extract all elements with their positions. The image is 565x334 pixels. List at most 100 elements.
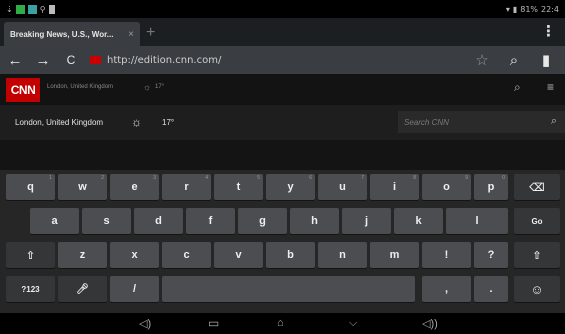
key-v[interactable]: v xyxy=(214,242,263,268)
volume-up-icon[interactable]: ◁)) xyxy=(422,317,438,330)
go-key[interactable]: Go xyxy=(514,208,560,234)
web-page: CNN London, United Kingdom ☼ 17° ⌕ ≡ Lon… xyxy=(0,74,565,170)
key-question[interactable]: ? xyxy=(474,242,508,268)
key-r[interactable]: r4 xyxy=(162,174,211,200)
microphone-icon: 🎤︎ xyxy=(76,283,89,295)
hide-keyboard-icon[interactable]: ⌵ xyxy=(349,317,357,330)
search-icon[interactable]: ⌕ xyxy=(503,49,525,71)
new-tab-button[interactable]: + xyxy=(146,24,155,42)
search-box: ⌕ xyxy=(398,111,565,133)
search-submit-icon[interactable]: ⌕ xyxy=(551,115,557,128)
key-l[interactable]: l xyxy=(446,208,508,234)
key-c[interactable]: c xyxy=(162,242,211,268)
key-o[interactable]: o9 xyxy=(422,174,471,200)
key-g[interactable]: g xyxy=(238,208,287,234)
key-b[interactable]: b xyxy=(266,242,315,268)
key-comma[interactable]: , xyxy=(422,276,471,302)
onscreen-keyboard: q1 w2 e3 r4 t5 y6 u7 i8 o9 p0 ⌫ a s d f … xyxy=(0,170,565,313)
key-f[interactable]: f xyxy=(186,208,235,234)
cnn-logo[interactable]: CNN xyxy=(6,78,40,102)
key-label: u xyxy=(339,181,346,193)
key-t[interactable]: t5 xyxy=(214,174,263,200)
star-icon[interactable]: ☆ xyxy=(471,49,493,71)
header-search-icon[interactable]: ⌕ xyxy=(514,80,521,95)
overflow-menu-icon[interactable]: ⋮ xyxy=(541,22,556,40)
key-z[interactable]: z xyxy=(58,242,107,268)
header-location: London, United Kingdom xyxy=(47,84,114,90)
key-period[interactable]: . xyxy=(474,276,508,302)
key-p[interactable]: p0 xyxy=(474,174,508,200)
key-label: q xyxy=(27,181,34,193)
clock: 22:4 xyxy=(541,4,559,14)
back-button[interactable]: ← xyxy=(4,49,26,71)
home-icon[interactable]: ⌂ xyxy=(277,317,284,329)
key-hint: 8 xyxy=(413,175,416,181)
close-tab-icon[interactable]: × xyxy=(128,29,134,40)
search-input[interactable] xyxy=(398,111,538,133)
key-q[interactable]: q1 xyxy=(6,174,55,200)
key-s[interactable]: s xyxy=(82,208,131,234)
system-status: ▾ ▮ 81% 22:4 xyxy=(506,5,559,14)
key-w[interactable]: w2 xyxy=(58,174,107,200)
status-bar: ⇣ ⚲ ▾ ▮ 81% 22:4 xyxy=(0,0,565,18)
battery-level: 81% xyxy=(520,4,539,14)
key-x[interactable]: x xyxy=(110,242,159,268)
key-y[interactable]: y6 xyxy=(266,174,315,200)
notification-icons: ⇣ ⚲ xyxy=(6,4,55,14)
volume-down-icon[interactable]: ◁) xyxy=(139,317,151,330)
wifi-icon: ▾ xyxy=(505,4,510,14)
shift-key-left[interactable]: ⇧ xyxy=(6,242,55,268)
tab-title: Breaking News, U.S., Wor... xyxy=(10,29,114,39)
tab-strip: Breaking News, U.S., Wor... × + ⋮ xyxy=(0,18,565,46)
browser-toolbar: ← → C http://edition.cnn.com/ ☆ ⌕ ▮ xyxy=(0,46,565,74)
key-j[interactable]: j xyxy=(342,208,391,234)
key-a[interactable]: a xyxy=(30,208,79,234)
usb-icon: ⚲ xyxy=(39,4,46,14)
key-label: e xyxy=(131,181,138,193)
address-bar[interactable]: http://edition.cnn.com/ xyxy=(107,55,221,66)
app-icon-teal xyxy=(27,4,37,14)
key-hint: 1 xyxy=(49,175,52,181)
key-hint: 4 xyxy=(205,175,208,181)
key-k[interactable]: k xyxy=(394,208,443,234)
sdcard-icon xyxy=(48,4,55,14)
key-hint: 7 xyxy=(361,175,364,181)
key-label: r xyxy=(184,181,189,193)
key-u[interactable]: u7 xyxy=(318,174,367,200)
shift-key-right[interactable]: ⇧ xyxy=(514,242,560,268)
hamburger-menu-icon[interactable]: ≡ xyxy=(547,80,554,94)
key-m[interactable]: m xyxy=(370,242,419,268)
key-slash[interactable]: / xyxy=(110,276,159,302)
key-hint: 9 xyxy=(465,175,468,181)
forward-button[interactable]: → xyxy=(32,49,54,71)
emoji-key[interactable]: ☺ xyxy=(514,276,560,302)
key-label: i xyxy=(392,181,397,193)
key-e[interactable]: e3 xyxy=(110,174,159,200)
symbols-key[interactable]: ?123 xyxy=(6,276,55,302)
header-temperature: 17° xyxy=(155,84,165,90)
bookmark-icon[interactable]: ▮ xyxy=(535,49,557,71)
backspace-key[interactable]: ⌫ xyxy=(514,174,560,200)
weather-temperature: 17° xyxy=(162,118,175,127)
key-hint: 6 xyxy=(309,175,312,181)
battery-icon: ▮ xyxy=(512,4,518,14)
app-icon-green xyxy=(15,4,25,14)
browser-tab[interactable]: Breaking News, U.S., Wor... × xyxy=(4,22,140,46)
space-key[interactable] xyxy=(162,276,415,302)
reload-button[interactable]: C xyxy=(60,49,82,71)
microphone-key[interactable]: 🎤︎ xyxy=(58,276,107,302)
key-exclamation[interactable]: ! xyxy=(422,242,471,268)
weather-location: London, United Kingdom xyxy=(15,118,104,127)
key-d[interactable]: d xyxy=(134,208,183,234)
key-label: y xyxy=(287,181,294,193)
weather-sun-icon: ☼ xyxy=(131,115,142,129)
recents-icon[interactable]: ▭ xyxy=(208,316,219,330)
key-h[interactable]: h xyxy=(290,208,339,234)
key-label: p xyxy=(487,181,495,193)
site-favicon xyxy=(90,56,101,64)
key-hint: 2 xyxy=(101,175,104,181)
key-n[interactable]: n xyxy=(318,242,367,268)
key-label: t xyxy=(236,181,241,193)
sun-icon: ☼ xyxy=(143,82,152,92)
key-i[interactable]: i8 xyxy=(370,174,419,200)
